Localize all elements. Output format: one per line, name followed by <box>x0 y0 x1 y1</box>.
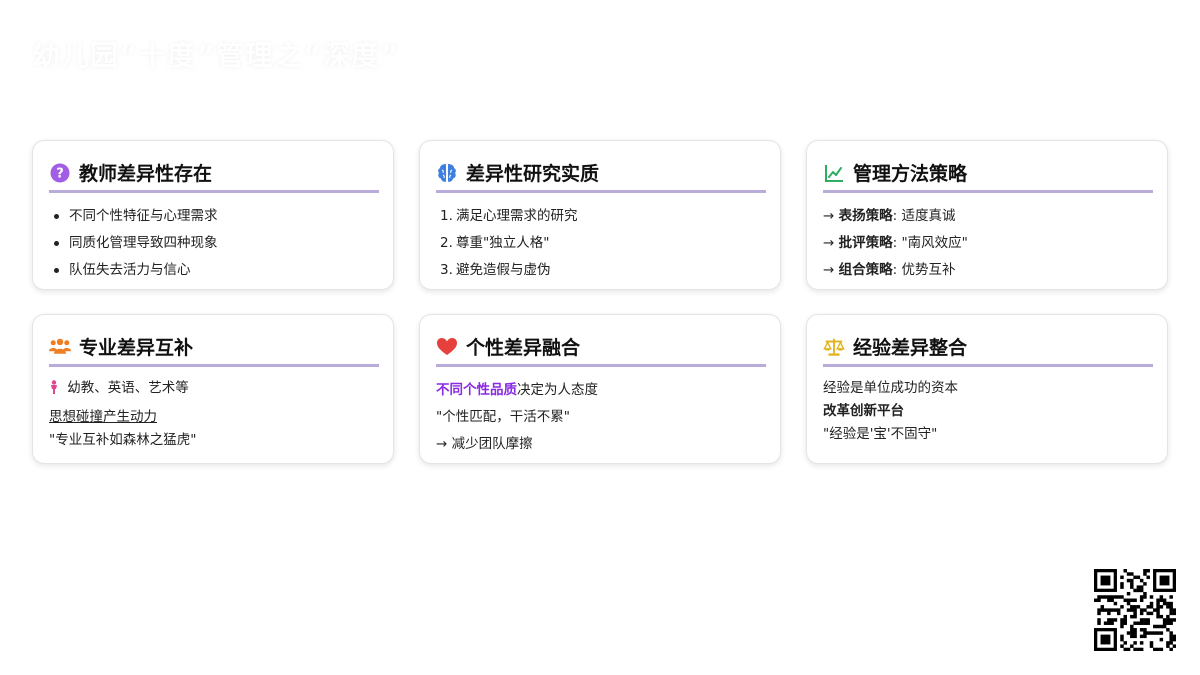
scale-icon <box>823 336 845 358</box>
list-number: 3. <box>440 262 453 278</box>
reform-text: 改革创新平台 <box>823 403 904 419</box>
card-body: 经验是单位成功的资本 改革创新平台 "经验是'宝'不固守" <box>823 377 1151 446</box>
heart-icon <box>436 336 458 358</box>
card-header: 个性差异融合 <box>436 333 766 367</box>
strategy-row: → 组合策略: 优势互补 <box>823 257 1151 284</box>
list-item: 队伍失去活力与信心 <box>49 257 377 284</box>
brain-icon <box>436 162 458 184</box>
question-circle-icon: ? <box>49 162 71 184</box>
strategy-row: → 表扬策略: 适度真诚 <box>823 203 1151 230</box>
card-grid: ? 教师差异性存在 不同个性特征与心理需求 同质化管理导致四种现象 队伍失去活力… <box>32 140 1168 464</box>
list-item: 不同个性特征与心理需求 <box>49 203 377 230</box>
strategy-text: : 优势互补 <box>892 262 956 278</box>
card-teacher-difference: ? 教师差异性存在 不同个性特征与心理需求 同质化管理导致四种现象 队伍失去活力… <box>32 140 394 290</box>
card-header: 专业差异互补 <box>49 333 379 367</box>
numbered-list: 1. 满足心理需求的研究 2. 尊重"独立人格" 3. 避免造假与虚伪 <box>436 203 764 284</box>
card-header: 管理方法策略 <box>823 159 1153 193</box>
qr-code-icon <box>1094 569 1177 652</box>
quote-text: "专业互补如森林之猛虎" <box>49 432 197 448</box>
personality-line: 不同个性品质决定为人态度 <box>436 377 764 404</box>
quote-text: "经验是'宝'不固守" <box>823 426 938 442</box>
card-title: 个性差异融合 <box>466 337 581 359</box>
strategy-label: 组合策略 <box>838 262 893 278</box>
card-professional-complement: 专业差异互补 幼教、英语、艺术等 思想碰撞产生动力 "专业互补如森林之猛虎" <box>32 314 394 464</box>
card-personality-fusion: 个性差异融合 不同个性品质决定为人态度 "个性匹配，干活不累" → 减少团队摩擦 <box>419 314 781 464</box>
experience-text: 经验是单位成功的资本 <box>823 380 958 396</box>
strategy-text: : "南风效应" <box>892 235 968 251</box>
card-body: 不同个性特征与心理需求 同质化管理导致四种现象 队伍失去活力与信心 <box>49 203 377 284</box>
personality-text: 决定为人态度 <box>517 382 598 398</box>
line-chart-icon <box>823 162 845 184</box>
list-number: 2. <box>440 235 453 251</box>
card-management-strategy: 管理方法策略 → 表扬策略: 适度真诚 → 批评策略: "南风效应" → 组合策… <box>806 140 1168 290</box>
highlight-text: 不同个性品质 <box>436 382 517 398</box>
svg-text:?: ? <box>56 166 64 181</box>
subjects-text: 幼教、英语、艺术等 <box>67 380 189 396</box>
users-icon <box>49 336 71 358</box>
list-text: 满足心理需求的研究 <box>456 208 578 224</box>
quote-text: "个性匹配，干活不累" <box>436 409 570 425</box>
strategy-label: 表扬策略 <box>838 208 893 224</box>
card-body: 幼教、英语、艺术等 思想碰撞产生动力 "专业互补如森林之猛虎" <box>49 377 377 452</box>
card-header: 差异性研究实质 <box>436 159 766 193</box>
card-body: 不同个性品质决定为人态度 "个性匹配，干活不累" → 减少团队摩擦 <box>436 377 764 458</box>
bullet-list: 不同个性特征与心理需求 同质化管理导致四种现象 队伍失去活力与信心 <box>49 203 377 284</box>
strategy-label: 批评策略 <box>838 235 893 251</box>
list-item: 1. 满足心理需求的研究 <box>436 203 764 230</box>
arrow-icon: → <box>823 235 835 251</box>
arrow-icon: → <box>823 262 835 278</box>
strategy-row: → 批评策略: "南风效应" <box>823 230 1151 257</box>
list-item: 2. 尊重"独立人格" <box>436 230 764 257</box>
strategy-text: : 适度真诚 <box>892 208 956 224</box>
arrow-icon: → <box>823 208 835 224</box>
page-title: 幼儿园“十度”管理之“深度” <box>32 39 400 72</box>
list-item: 3. 避免造假与虚伪 <box>436 257 764 284</box>
person-icon <box>49 379 63 402</box>
list-text: 尊重"独立人格" <box>456 235 550 251</box>
card-title: 专业差异互补 <box>79 337 194 359</box>
list-number: 1. <box>440 208 453 224</box>
card-title: 差异性研究实质 <box>466 163 600 185</box>
card-body: → 表扬策略: 适度真诚 → 批评策略: "南风效应" → 组合策略: 优势互补 <box>823 203 1151 284</box>
card-title: 教师差异性存在 <box>79 163 213 185</box>
card-body: 1. 满足心理需求的研究 2. 尊重"独立人格" 3. 避免造假与虚伪 <box>436 203 764 284</box>
card-title: 管理方法策略 <box>853 163 968 185</box>
result-text: → 减少团队摩擦 <box>436 436 533 452</box>
card-title: 经验差异整合 <box>853 337 968 359</box>
subject-line: 幼教、英语、艺术等 <box>49 377 377 402</box>
card-header: 经验差异整合 <box>823 333 1153 367</box>
list-text: 避免造假与虚伪 <box>456 262 551 278</box>
motivation-text: 思想碰撞产生动力 <box>49 409 157 425</box>
list-item: 同质化管理导致四种现象 <box>49 230 377 257</box>
card-experience-integration: 经验差异整合 经验是单位成功的资本 改革创新平台 "经验是'宝'不固守" <box>806 314 1168 464</box>
card-header: ? 教师差异性存在 <box>49 159 379 193</box>
card-research-essence: 差异性研究实质 1. 满足心理需求的研究 2. 尊重"独立人格" 3. 避免造假与虚伪 <box>419 140 781 290</box>
